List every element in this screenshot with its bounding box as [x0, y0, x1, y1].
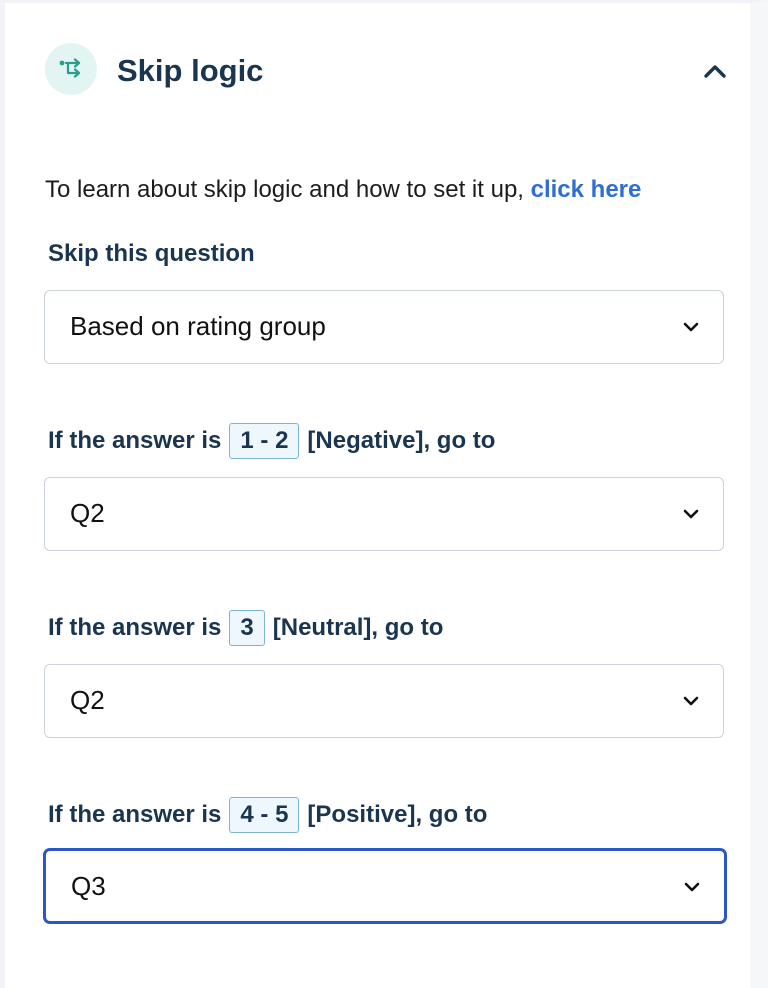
rule-prefix: If the answer is [48, 614, 222, 641]
rule-prefix: If the answer is [48, 427, 222, 454]
skip-logic-header: Skip logic [45, 43, 733, 99]
rule-label-neutral: If the answer is 3 [Neutral], go to [48, 610, 443, 646]
skip-question-label-text: Skip this question [48, 240, 255, 267]
rule-suffix: [Neutral], go to [272, 614, 444, 641]
click-here-link[interactable]: click here [531, 176, 642, 203]
skip-question-label: Skip this question [48, 238, 255, 270]
rating-range-chip: 3 [229, 610, 265, 646]
select-value: Based on rating group [70, 311, 326, 341]
rule-suffix: [Positive], go to [307, 801, 488, 828]
select-value: Q2 [70, 498, 105, 528]
rating-range-chip: 1 - 2 [229, 423, 300, 459]
rule-select-neutral[interactable]: Q2 [44, 664, 724, 738]
chevron-up-icon [704, 65, 726, 78]
chevron-down-icon [683, 322, 699, 332]
skip-logic-panel: Skip logic To learn about skip logic and… [0, 0, 768, 988]
skip-question-select[interactable]: Based on rating group [44, 290, 724, 364]
chevron-down-icon [683, 509, 699, 519]
collapse-button[interactable] [697, 53, 733, 89]
intro-text-body: To learn about skip logic and how to set… [45, 176, 531, 203]
rule-label-negative: If the answer is 1 - 2 [Negative], go to [48, 423, 495, 459]
rule-select-negative[interactable]: Q2 [44, 477, 724, 551]
rule-label-positive: If the answer is 4 - 5 [Positive], go to [48, 797, 487, 833]
select-value: Q3 [71, 871, 106, 901]
intro-text: To learn about skip logic and how to set… [45, 173, 641, 207]
rule-suffix: [Negative], go to [307, 427, 496, 454]
rating-range-chip: 4 - 5 [229, 797, 300, 833]
select-value: Q2 [70, 685, 105, 715]
chevron-down-icon [684, 882, 700, 892]
branch-arrow-icon [45, 43, 97, 95]
rule-prefix: If the answer is [48, 801, 222, 828]
rule-select-positive[interactable]: Q3 [44, 849, 726, 923]
chevron-down-icon [683, 696, 699, 706]
section-title: Skip logic [117, 53, 264, 88]
